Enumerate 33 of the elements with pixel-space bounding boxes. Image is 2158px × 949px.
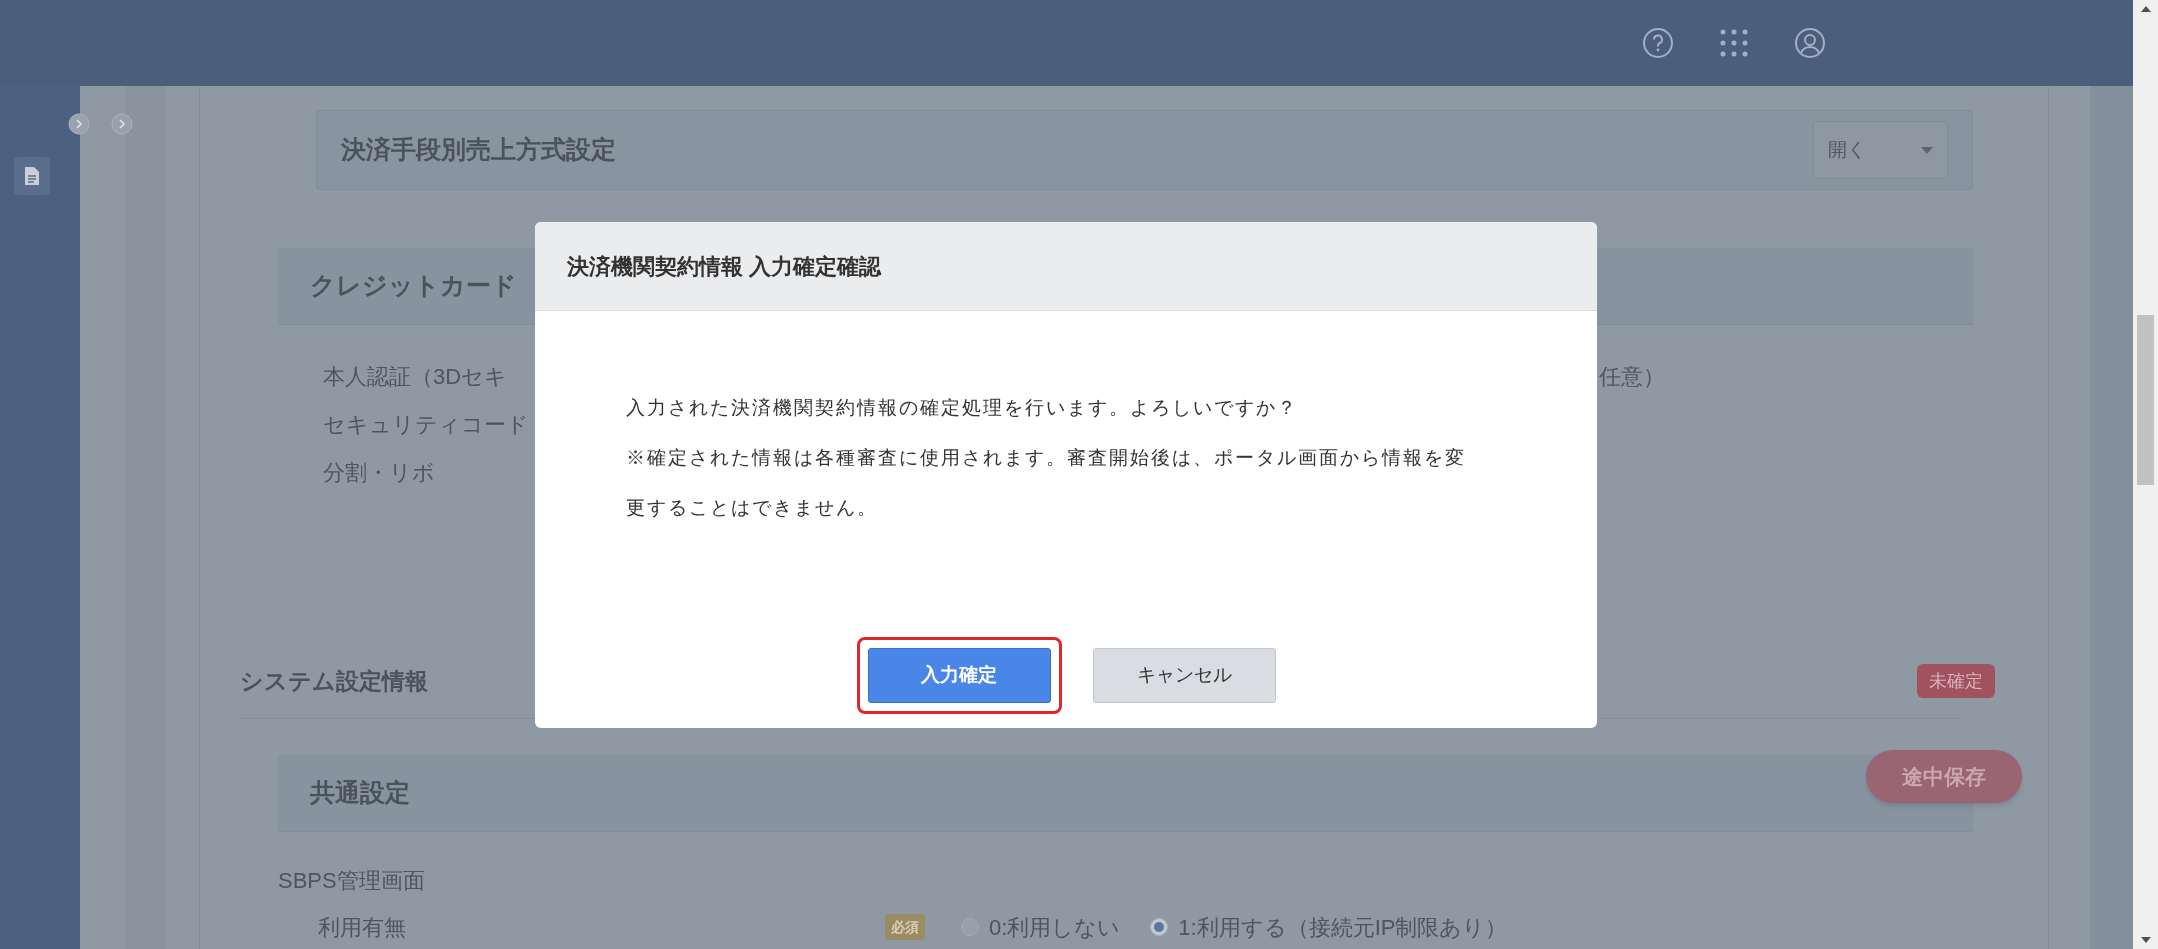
- dialog-title: 決済機関契約情報 入力確定確認: [567, 252, 882, 281]
- radio-option[interactable]: 1:利用する（接続元IP制限あり）: [1150, 910, 1508, 944]
- cancel-button[interactable]: キャンセル: [1092, 648, 1276, 703]
- field-label: 本人認証（3Dセキ: [323, 362, 508, 391]
- scroll-up-icon[interactable]: [2140, 6, 2151, 12]
- dialog-message: 入力された決済機関契約情報の確定処理を行います。よろしいですか？: [626, 396, 1299, 420]
- field-label: 利用有無: [318, 913, 407, 942]
- required-badge: 必須: [885, 914, 925, 940]
- dropdown-label: 開く: [1828, 137, 1866, 162]
- chevron-right-icon[interactable]: [68, 113, 90, 135]
- caret-icon: [1921, 146, 1933, 154]
- status-badge: 未確定: [1917, 664, 1995, 698]
- section-title: クレジットカード: [310, 270, 517, 302]
- document-icon: [24, 166, 40, 186]
- dialog-message: ※確定された情報は各種審査に使用されます。審査開始後は、ポータル画面から情報を変更することはできません。: [626, 446, 1467, 520]
- field-label: 分割・リボ: [323, 458, 435, 487]
- apps-grid-icon[interactable]: [1718, 27, 1750, 59]
- help-icon[interactable]: [1642, 27, 1674, 59]
- field-text: 任意）: [1599, 362, 1665, 391]
- section-title: 共通設定: [310, 777, 410, 809]
- chevron-right-icon[interactable]: [111, 113, 133, 135]
- section-title: 決済手段別売上方式設定: [341, 134, 616, 166]
- scroll-down-icon[interactable]: [2140, 937, 2151, 943]
- section-title: システム設定情報: [240, 666, 428, 696]
- radio-option[interactable]: 0:利用しない: [961, 910, 1121, 944]
- open-dropdown[interactable]: 開く: [1813, 121, 1948, 179]
- document-button[interactable]: [14, 157, 50, 195]
- save-draft-button[interactable]: 途中保存: [1866, 750, 2022, 803]
- scrollbar-thumb[interactable]: [2137, 315, 2154, 485]
- confirm-button[interactable]: 入力確定: [867, 648, 1051, 703]
- group-label: SBPS管理画面: [278, 866, 425, 895]
- user-icon[interactable]: [1794, 27, 1826, 59]
- field-label: セキュリティコード: [323, 410, 529, 439]
